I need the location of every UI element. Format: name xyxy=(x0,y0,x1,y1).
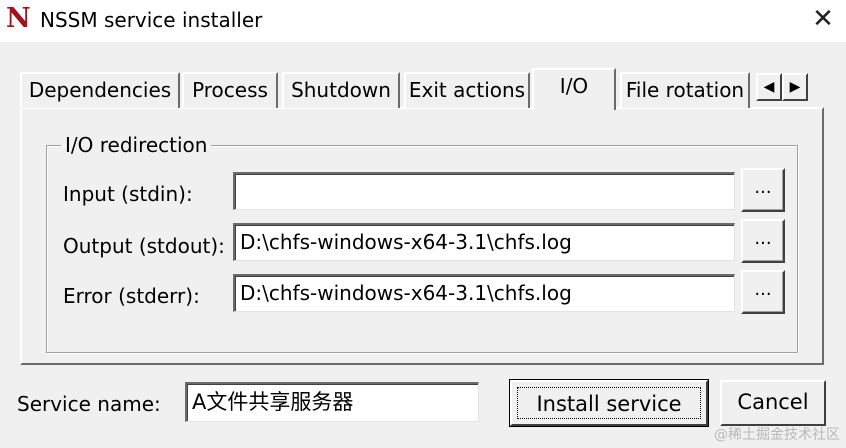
watermark: @稀土掘金技术社区 xyxy=(714,427,840,443)
tab-shutdown[interactable]: Shutdown xyxy=(282,72,400,108)
stderr-label: Error (stderr): xyxy=(63,284,200,308)
stdin-browse-button[interactable]: ... xyxy=(741,168,785,212)
tab-scroll-left-icon[interactable]: ◀ xyxy=(756,73,782,101)
stdout-label: Output (stdout): xyxy=(63,234,225,258)
tab-process[interactable]: Process xyxy=(182,72,278,108)
install-service-label: Install service xyxy=(517,387,701,419)
service-name-label: Service name: xyxy=(17,392,161,416)
tab-file-rotation[interactable]: File rotation xyxy=(620,72,750,108)
title-bar: N NSSM service installer ✕ xyxy=(0,0,846,42)
tab-io[interactable]: I/O xyxy=(532,68,616,110)
stdin-label: Input (stdin): xyxy=(63,182,193,206)
nssm-app-icon: N xyxy=(6,3,31,34)
cancel-button[interactable]: Cancel xyxy=(720,380,826,426)
stdout-input[interactable]: D:\chfs-windows-x64-3.1\chfs.log xyxy=(233,223,735,261)
tab-scroll-right-icon[interactable]: ▶ xyxy=(782,73,808,101)
service-name-input[interactable]: A文件共享服务器 xyxy=(185,382,479,422)
tab-exit-actions[interactable]: Exit actions xyxy=(404,72,530,108)
install-service-button[interactable]: Install service xyxy=(509,379,709,427)
stderr-input[interactable]: D:\chfs-windows-x64-3.1\chfs.log xyxy=(233,274,735,312)
stderr-browse-button[interactable]: ... xyxy=(741,270,785,314)
window-title: NSSM service installer xyxy=(40,8,263,32)
group-title: I/O redirection xyxy=(61,133,212,157)
tab-strip: Dependencies Process Shutdown Exit actio… xyxy=(20,68,828,110)
tab-panel: I/O redirection Input (stdin): ... Outpu… xyxy=(20,107,824,365)
stdin-input[interactable] xyxy=(233,172,735,210)
close-icon[interactable]: ✕ xyxy=(800,0,846,40)
stdout-browse-button[interactable]: ... xyxy=(741,219,785,263)
tab-dependencies[interactable]: Dependencies xyxy=(20,72,180,108)
io-redirection-group: I/O redirection Input (stdin): ... Outpu… xyxy=(46,133,798,353)
